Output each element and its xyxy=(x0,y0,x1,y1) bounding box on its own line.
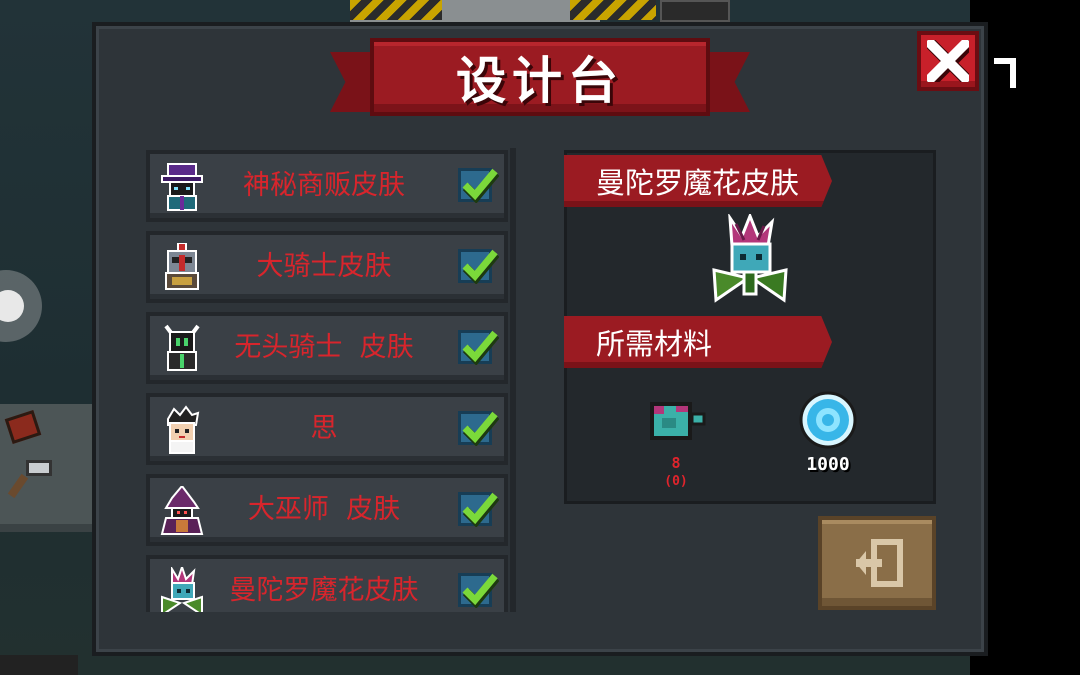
skin-label: 思 xyxy=(310,413,338,444)
owned-checkbox xyxy=(458,330,499,365)
selected-skin-name: 曼陀罗魔花皮肤 xyxy=(596,166,800,200)
gem-cost-amount: 1000 xyxy=(806,454,850,475)
close-button[interactable] xyxy=(917,31,979,91)
owned-checkbox xyxy=(458,573,499,608)
skin-list[interactable]: 神秘商贩皮肤 大骑士皮肤 无头骑士 皮肤 思 大巫师 皮肤 曼陀罗魔花皮肤 xyxy=(142,148,514,612)
page-title: 设计台 xyxy=(456,52,624,110)
checkmark-icon xyxy=(462,249,499,284)
skin-label: 大巫师 皮肤 xyxy=(247,494,401,525)
owned-checkbox xyxy=(458,492,499,527)
material-required-count: 8 xyxy=(671,454,681,472)
gem-coin-icon xyxy=(799,391,857,449)
part-material-icon xyxy=(650,402,706,440)
merchant-avatar-icon xyxy=(161,163,203,211)
skin-label: 神秘商贩皮肤 xyxy=(243,170,405,201)
close-icon xyxy=(927,40,969,82)
hazard-stripes xyxy=(350,0,442,20)
title-banner: 设计台 xyxy=(370,38,710,116)
checkmark-icon xyxy=(462,411,499,446)
skin-label: 曼陀罗魔花皮肤 xyxy=(229,575,419,606)
mandrake-avatar-icon xyxy=(161,567,203,612)
list-item[interactable]: 思 xyxy=(146,393,508,465)
archmage-avatar-icon xyxy=(160,486,204,535)
background-wall xyxy=(0,655,78,675)
list-item[interactable]: 大巫师 皮肤 xyxy=(146,474,508,546)
checkmark-icon xyxy=(462,330,499,365)
si-avatar-icon xyxy=(167,405,200,454)
owned-checkbox xyxy=(458,168,499,203)
grand-knight-avatar-icon xyxy=(165,243,199,290)
checkmark-icon xyxy=(462,168,499,203)
background-crate xyxy=(660,0,730,22)
checkmark-icon xyxy=(462,492,499,527)
owned-checkbox xyxy=(458,249,499,284)
exit-icon xyxy=(856,539,903,587)
skin-label: 无头骑士 皮肤 xyxy=(234,332,414,363)
material-owned-count: (0) xyxy=(664,474,688,489)
list-item[interactable]: 大骑士皮肤 xyxy=(146,231,508,303)
materials-title: 所需材料 xyxy=(596,327,713,361)
list-scrollbar[interactable] xyxy=(510,148,516,612)
skin-label: 大骑士皮肤 xyxy=(256,251,392,282)
list-item[interactable]: 无头骑士 皮肤 xyxy=(146,312,508,384)
owned-checkbox xyxy=(458,411,499,446)
corner-bracket-icon xyxy=(994,58,1016,88)
exit-button[interactable] xyxy=(818,516,936,610)
headless-knight-avatar-icon xyxy=(164,324,200,371)
list-item[interactable]: 曼陀罗魔花皮肤 xyxy=(146,555,508,612)
hazard-stripes xyxy=(570,0,656,20)
checkmark-icon xyxy=(462,573,499,608)
mandrake-preview-icon xyxy=(712,214,788,303)
selected-skin-ribbon: 曼陀罗魔花皮肤 xyxy=(564,155,832,207)
hammer-icon xyxy=(26,460,52,476)
list-item[interactable]: 神秘商贩皮肤 xyxy=(146,150,508,222)
materials-ribbon: 所需材料 xyxy=(564,316,832,368)
